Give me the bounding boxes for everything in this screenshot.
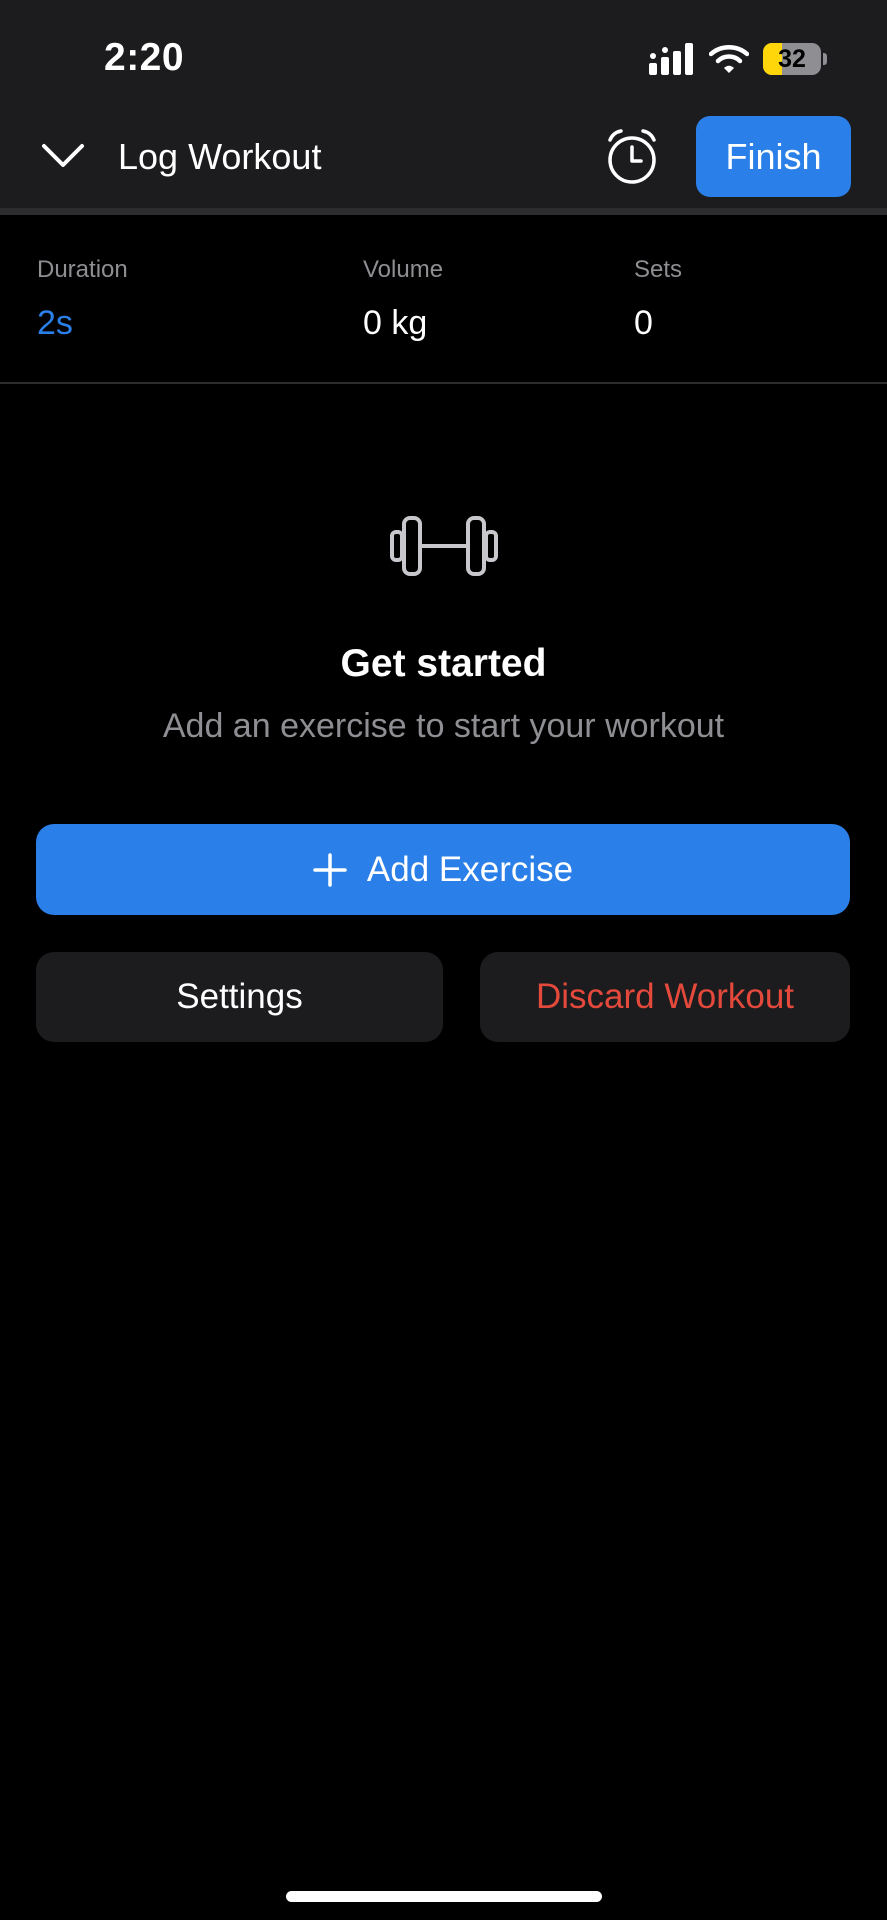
sets-value: 0 xyxy=(634,304,653,342)
workout-screen: 2:20 32 Log Workout Finish Duration 2s V… xyxy=(0,0,887,1920)
stats-divider xyxy=(0,382,887,384)
status-icons: 32 xyxy=(649,42,827,76)
add-exercise-label: Add Exercise xyxy=(366,849,574,889)
wifi-icon xyxy=(709,45,749,73)
home-indicator[interactable] xyxy=(286,1891,602,1902)
sets-label: Sets xyxy=(634,256,683,283)
status-time: 2:20 xyxy=(104,36,185,79)
duration-value: 2s xyxy=(37,304,73,342)
discard-workout-button[interactable]: Discard Workout xyxy=(480,952,850,1042)
stat-volume: Volume 0 kg xyxy=(363,256,443,343)
plus-icon xyxy=(313,852,347,887)
cellular-signal-icon xyxy=(649,43,693,75)
settings-button[interactable]: Settings xyxy=(36,952,443,1042)
finish-button[interactable]: Finish xyxy=(696,116,851,197)
battery-nub xyxy=(823,53,827,65)
stat-sets: Sets 0 xyxy=(634,256,682,343)
empty-state-subtitle: Add an exercise to start your workout xyxy=(162,707,725,745)
alarm-clock-icon[interactable] xyxy=(604,128,660,186)
battery-icon: 32 xyxy=(763,43,821,75)
volume-value: 0 kg xyxy=(363,304,428,342)
duration-label: Duration xyxy=(37,256,128,283)
stat-duration: Duration 2s xyxy=(37,256,128,343)
empty-state-title: Get started xyxy=(340,642,547,685)
header-divider xyxy=(0,208,887,215)
dumbbell-icon xyxy=(390,516,498,576)
battery-level: 32 xyxy=(778,44,806,73)
chevron-down-icon[interactable] xyxy=(40,136,86,176)
add-exercise-button[interactable]: Add Exercise xyxy=(36,824,850,915)
volume-label: Volume xyxy=(363,256,444,283)
page-title: Log Workout xyxy=(118,136,322,177)
